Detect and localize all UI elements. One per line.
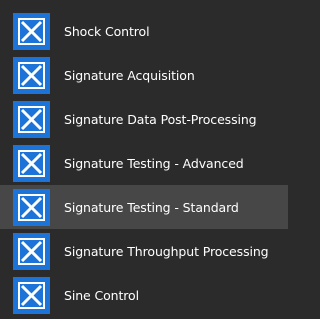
list-item-signature-throughput-processing[interactable]: Signature Throughput Processing — [0, 229, 288, 273]
list-item-label: Signature Throughput Processing — [64, 243, 269, 259]
x-box-icon — [13, 144, 50, 182]
x-box-icon — [13, 100, 50, 138]
x-box-icon — [13, 188, 50, 226]
x-box-icon — [13, 232, 50, 270]
x-box-icon — [13, 276, 50, 314]
list-item-label: Shock Control — [64, 23, 150, 39]
list-item-label: Signature Testing - Advanced — [64, 155, 244, 171]
application-list: Shock Control Signature Acquisition Sign… — [0, 0, 288, 319]
list-item-sine-control[interactable]: Sine Control — [0, 273, 288, 317]
x-box-icon — [13, 56, 50, 94]
list-item-signature-testing-advanced[interactable]: Signature Testing - Advanced — [0, 141, 288, 185]
list-item-label: Signature Testing - Standard — [64, 199, 239, 215]
x-box-icon — [13, 12, 50, 50]
list-item-label: Signature Acquisition — [64, 67, 195, 83]
list-item-signature-data-post-processing[interactable]: Signature Data Post-Processing — [0, 97, 288, 141]
list-item-shock-control[interactable]: Shock Control — [0, 9, 288, 53]
list-item-label: Signature Data Post-Processing — [64, 111, 257, 127]
list-item-label: Sine Control — [64, 287, 139, 303]
list-item-signature-testing-standard[interactable]: Signature Testing - Standard — [0, 185, 288, 229]
list-item-signature-acquisition[interactable]: Signature Acquisition — [0, 53, 288, 97]
